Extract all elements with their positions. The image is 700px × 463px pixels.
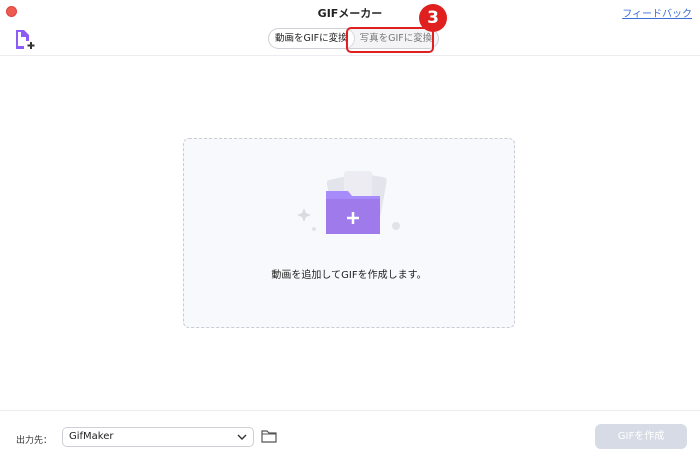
app-window: GIFメーカー フィードバック 動画をGIFに変換 写真をGIFに変換 3 動画…	[0, 0, 700, 463]
footer-bar: 出力先： GifMaker GIFを作成	[0, 410, 700, 463]
add-file-icon[interactable]	[13, 28, 37, 50]
output-label: 出力先：	[16, 436, 53, 446]
annotation-step-badge: 3	[419, 4, 447, 32]
output-folder-value: GifMaker	[69, 431, 114, 442]
annotation-highlight	[346, 27, 434, 53]
feedback-link[interactable]: フィードバック	[622, 5, 692, 20]
chevron-down-icon	[237, 434, 247, 440]
folder-plus-icon	[297, 171, 400, 234]
folder-icon[interactable]	[261, 429, 277, 443]
drop-zone-text: 動画を追加してGIFを作成します。	[271, 270, 427, 281]
output-folder-select[interactable]: GifMaker	[62, 427, 254, 447]
app-title: GIFメーカー	[317, 7, 383, 20]
drop-zone[interactable]: 動画を追加してGIFを作成します。	[183, 138, 515, 328]
create-gif-button[interactable]: GIFを作成	[595, 424, 687, 449]
tab-video-to-gif[interactable]: 動画をGIFに変換	[269, 29, 354, 48]
